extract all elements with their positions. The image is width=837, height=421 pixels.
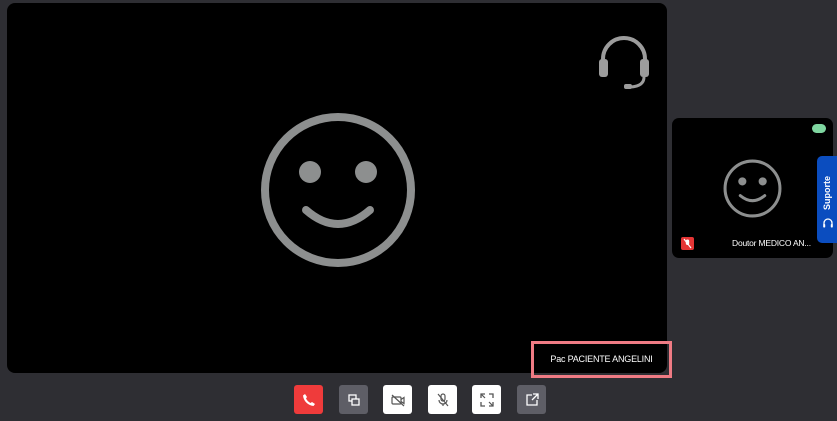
fullscreen-button[interactable] [472,385,501,414]
video-off-icon [390,394,405,406]
camera-toggle-button[interactable] [383,385,412,414]
call-controls [0,385,837,415]
self-participant-name: Doutor MEDICO AN... [732,238,811,248]
support-label: Suporte [822,176,832,211]
signal-indicator-icon [812,124,826,133]
mic-toggle-button[interactable] [428,385,457,414]
headset-icon [823,218,833,228]
main-video-tile [7,3,667,373]
layout-switch-icon [347,393,360,406]
headset-icon [599,36,649,89]
expand-icon [479,392,494,407]
mic-off-icon [437,392,448,406]
self-video-tile: Doutor MEDICO AN... [672,118,833,258]
share-button[interactable] [517,385,546,414]
smiley-face-icon [261,113,415,267]
smiley-face-icon [723,159,782,218]
hang-up-button[interactable] [294,385,323,414]
mic-off-icon [681,237,694,250]
support-tab[interactable]: Suporte [817,156,837,243]
share-icon [525,392,539,406]
switch-layout-button[interactable] [339,385,368,414]
remote-participant-name: Pac PACIENTE ANGELINI [538,346,665,372]
phone-icon [302,393,315,406]
